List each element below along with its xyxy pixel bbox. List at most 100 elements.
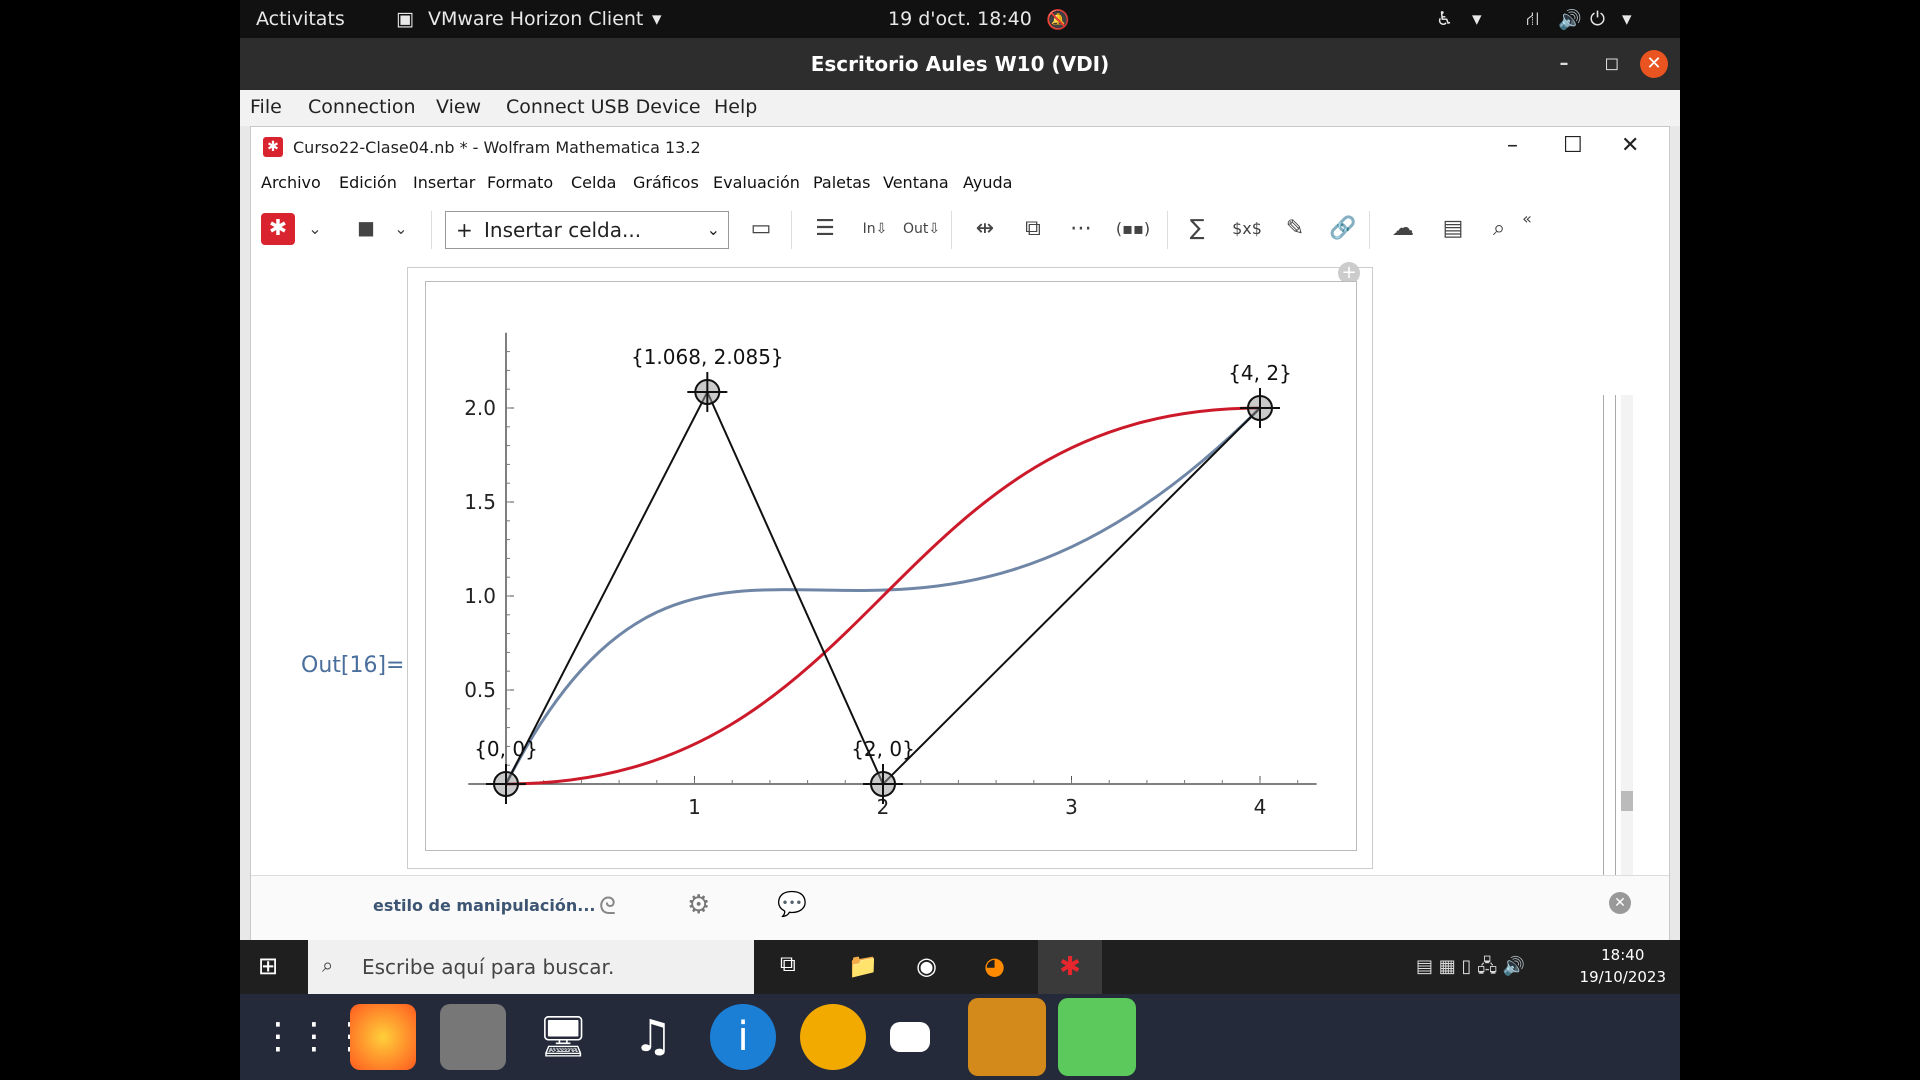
notebook-layout-icon[interactable]: ▤ xyxy=(1433,213,1473,245)
chevron-down-icon: ⌄ xyxy=(706,220,720,239)
vmware-titlebar: Escritorio Aules W10 (VDI) – ◻ ✕ xyxy=(240,38,1680,90)
taskbar-search[interactable]: ⌕ Escribe aquí para buscar. xyxy=(308,940,754,994)
menu-paletas[interactable]: Paletas xyxy=(813,173,870,192)
clock[interactable]: 19 d'oct. 18:40 xyxy=(888,8,1032,30)
file-explorer-icon[interactable]: 📁 xyxy=(848,952,878,980)
maximize-button[interactable]: ☐ xyxy=(1563,133,1583,158)
collapse-toolbar-icon[interactable]: « xyxy=(1515,203,1539,235)
volume-icon[interactable]: 🔊 xyxy=(1558,8,1582,31)
firefox-dock-icon[interactable] xyxy=(350,1004,416,1070)
bell-muted-icon: 🔕 xyxy=(1046,9,1070,31)
task-view-icon[interactable]: ⧉ xyxy=(780,952,796,977)
cell-style-icon[interactable]: ▭ xyxy=(743,213,779,245)
menu-connect-usb[interactable]: Connect USB Device xyxy=(506,96,701,118)
close-icon[interactable]: ✕ xyxy=(1609,892,1631,914)
note-dock-icon[interactable] xyxy=(890,1022,930,1052)
control-polygon xyxy=(505,389,1261,786)
menu-ayuda[interactable]: Ayuda xyxy=(963,173,1012,192)
locator-1[interactable]: {1.068, 2.085} xyxy=(631,345,784,413)
scrollbar-thumb[interactable] xyxy=(1621,791,1633,811)
menu-ventana[interactable]: Ventana xyxy=(883,173,949,192)
menu-view[interactable]: View xyxy=(436,96,481,118)
remote-desktop-dock-icon[interactable]: 🖥 xyxy=(530,1004,596,1070)
locator-label: {4, 2} xyxy=(1228,361,1292,385)
y-tick-label: 1.5 xyxy=(464,490,496,514)
chrome-dock-icon[interactable] xyxy=(968,998,1046,1076)
accessibility-icon[interactable]: ♿ xyxy=(1436,8,1453,30)
control-polyline xyxy=(505,389,1261,786)
menu-graficos[interactable]: Gráficos xyxy=(633,173,699,192)
firefox-icon[interactable]: ◕ xyxy=(984,952,1005,980)
insert-cell-dropdown[interactable]: + Insertar celda... ⌄ xyxy=(445,211,729,249)
pen-icon[interactable]: ✎ xyxy=(1277,213,1313,245)
info-dock-icon[interactable]: i xyxy=(710,1004,776,1070)
network-icon[interactable]: ⛙ xyxy=(1526,8,1539,33)
power-icon[interactable]: ⏻ xyxy=(1590,8,1605,30)
tex-icon[interactable]: $x$ xyxy=(1229,213,1265,245)
stop-icon[interactable]: ◼ xyxy=(351,213,381,245)
app-grid-icon[interactable]: ⋮⋮⋮ xyxy=(260,1004,368,1070)
mathematica-menubar: Archivo Edición Insertar Formato Celda G… xyxy=(251,169,1669,199)
search-icon[interactable]: ⌕ xyxy=(1481,213,1517,245)
locator-2[interactable]: {2, 0} xyxy=(851,737,915,804)
mathematica-titlebar: ✱ Curso22-Clase04.nb * - Wolfram Mathema… xyxy=(251,127,1669,169)
menu-file[interactable]: File xyxy=(250,96,282,118)
mathematica-taskbar-icon[interactable]: ✱ xyxy=(1038,940,1102,994)
spiral-icon[interactable]: ᘓ xyxy=(599,892,616,920)
menu-celda[interactable]: Celda xyxy=(571,173,616,192)
windows-taskbar: ⊞ ⌕ Escribe aquí para buscar. ⧉ 📁 ◉ ◕ ✱ … xyxy=(240,940,1680,994)
mathematica-toolbar: ✱ ⌄ ◼ ⌄ + Insertar celda... ⌄ ▭ ☰ In⇩ Ou… xyxy=(251,199,1669,262)
music-dock-icon[interactable]: ♫ xyxy=(620,1004,686,1070)
x-tick-label: 1 xyxy=(688,795,701,819)
menu-evaluacion[interactable]: Evaluación xyxy=(713,173,800,192)
chevron-down-icon[interactable]: ⌄ xyxy=(305,213,325,245)
settings-dock-icon[interactable] xyxy=(440,1004,506,1070)
windows-start-icon[interactable]: ⊞ xyxy=(258,952,278,980)
control-locators: {0, 0} {1.068, 2.085} {2, 0} {4, 2} xyxy=(474,345,1292,804)
sigma-icon[interactable]: ∑ xyxy=(1179,213,1215,245)
menu-insertar[interactable]: Insertar xyxy=(413,173,475,192)
gear-icon[interactable]: ⚙ xyxy=(687,890,710,920)
menu-connection[interactable]: Connection xyxy=(308,96,416,118)
split-cell-icon[interactable]: ⇹ xyxy=(967,213,1003,245)
link-icon[interactable]: 🔗 xyxy=(1325,213,1361,245)
locator-0[interactable]: {0, 0} xyxy=(474,737,538,804)
chat-icon[interactable]: 💬 xyxy=(777,890,807,918)
cell-group-icon[interactable]: ☰ xyxy=(807,213,843,245)
cau-dock-icon[interactable] xyxy=(800,1004,866,1070)
more-icon[interactable]: ⋯ xyxy=(1063,213,1099,245)
minimize-button[interactable]: – xyxy=(1507,133,1518,158)
tray-icons[interactable]: ▤ ▦ ▯ 🖧 🔊 xyxy=(1416,954,1525,984)
placeholder-icon[interactable]: (▪▪) xyxy=(1111,213,1155,245)
menu-formato[interactable]: Formato xyxy=(487,173,553,192)
window-title: Escritorio Aules W10 (VDI) xyxy=(810,52,1110,76)
bezier-plot[interactable]: 1 2 3 40.51.01.52.0 {0, 0}{1.068, 2.085}{2,… xyxy=(425,281,1357,851)
maximize-button[interactable]: ◻ xyxy=(1598,50,1626,78)
y-tick-label: 0.5 xyxy=(464,678,496,702)
insert-cell-label: Insertar celda... xyxy=(484,218,642,242)
minimize-button[interactable]: – xyxy=(1550,50,1578,78)
cloud-dock-icon[interactable] xyxy=(1058,998,1136,1076)
output-cell-icon[interactable]: Out⇩ xyxy=(903,213,940,245)
suggestion-manipulate-style[interactable]: estilo de manipulación... xyxy=(373,896,595,915)
app-menu[interactable]: VMware Horizon Client xyxy=(428,8,643,30)
vmware-tray-icon: ▣ xyxy=(396,8,414,30)
cloud-upload-icon[interactable]: ☁ xyxy=(1383,213,1423,245)
menu-help[interactable]: Help xyxy=(714,96,757,118)
merge-cell-icon[interactable]: ⧉ xyxy=(1015,213,1051,245)
vmware-menubar: File Connection View Connect USB Device … xyxy=(240,90,1680,126)
locator-label: {1.068, 2.085} xyxy=(631,345,784,369)
tray-clock[interactable]: 18:40 19/10/2023 xyxy=(1580,944,1666,988)
activities-button[interactable]: Activitats xyxy=(256,8,345,30)
input-cell-icon[interactable]: In⇩ xyxy=(857,213,893,245)
close-button[interactable]: ✕ xyxy=(1640,50,1668,78)
chevron-down-icon[interactable]: ⌄ xyxy=(391,213,411,245)
menu-archivo[interactable]: Archivo xyxy=(261,173,321,192)
plus-icon: + xyxy=(456,218,473,242)
close-button[interactable]: ✕ xyxy=(1621,133,1639,158)
locator-3[interactable]: {4, 2} xyxy=(1228,361,1292,428)
chrome-icon[interactable]: ◉ xyxy=(916,952,937,980)
evaluate-icon[interactable]: ✱ xyxy=(261,213,295,245)
menu-edicion[interactable]: Edición xyxy=(339,173,397,192)
bezier-curve-1 xyxy=(505,406,1261,786)
